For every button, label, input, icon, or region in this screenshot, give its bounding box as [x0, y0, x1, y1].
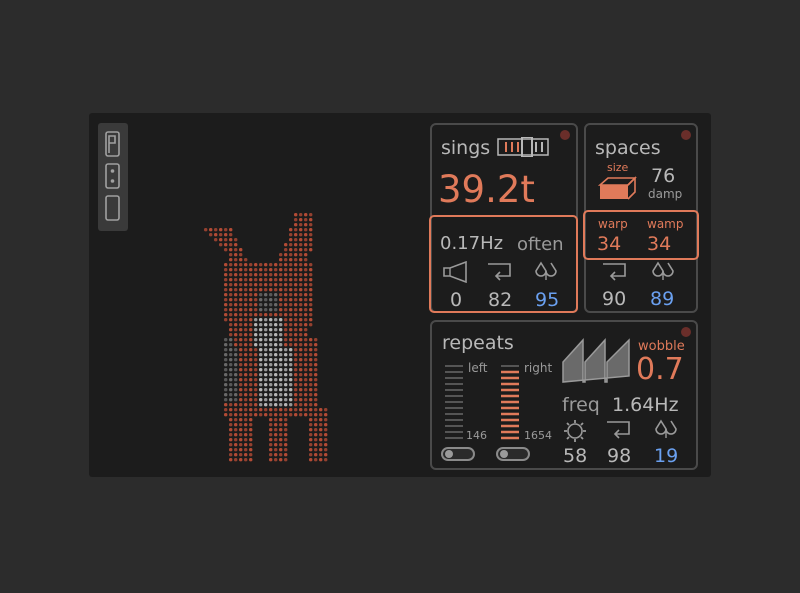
spaces-title: spaces: [595, 137, 661, 159]
left-toggle[interactable]: [441, 447, 475, 461]
sings-param-3[interactable]: 95: [535, 291, 559, 310]
led-screen: [89, 113, 424, 477]
room-size-icon[interactable]: [598, 175, 638, 201]
speaker-icon[interactable]: [442, 261, 470, 283]
device-frame: sings 39.2t 0.17Hz often 0 82 95 spaces …: [89, 113, 711, 477]
repeats-panel: repeats left 146 right 1654 wobble 0.7 f…: [430, 320, 698, 470]
repeats-param-2[interactable]: 98: [607, 447, 631, 466]
sings-value[interactable]: 39.2t: [438, 171, 535, 208]
sings-indicator-dot: [560, 130, 570, 140]
repeat-icon[interactable]: [601, 262, 629, 282]
repeats-wobble-value[interactable]: 0.7: [636, 355, 684, 385]
repeats-left-label: left: [468, 361, 488, 375]
repeats-param-3[interactable]: 19: [654, 447, 678, 466]
p-icon[interactable]: [105, 131, 120, 157]
dog-dot-image: [204, 213, 328, 462]
dice-icon[interactable]: [105, 163, 120, 189]
gear-icon[interactable]: [563, 419, 587, 443]
sings-sub-panel: 0.17Hz often 0 82 95: [429, 215, 578, 313]
repeats-right-value: 1654: [524, 429, 552, 442]
drops-icon[interactable]: [653, 418, 681, 440]
left-slider[interactable]: [443, 362, 465, 440]
repeats-left-value: 146: [466, 429, 487, 442]
right-slider[interactable]: [499, 362, 521, 440]
spaces-damp-label: damp: [648, 187, 683, 201]
drops-icon[interactable]: [533, 260, 561, 282]
repeats-right-label: right: [524, 361, 553, 375]
tool-strip: [98, 123, 128, 231]
right-toggle[interactable]: [496, 447, 530, 461]
sings-param-2[interactable]: 82: [488, 291, 512, 310]
repeats-indicator-dot: [681, 327, 691, 337]
drops-icon[interactable]: [650, 260, 678, 282]
sings-rate[interactable]: 0.17Hz: [440, 235, 503, 253]
sings-rate-label: often: [517, 234, 564, 255]
repeats-title: repeats: [442, 332, 514, 354]
spaces-indicator-dot: [681, 130, 691, 140]
spaces-param-2[interactable]: 89: [650, 290, 674, 309]
repeats-freq-label: freq: [562, 394, 600, 416]
sings-title: sings: [441, 137, 491, 159]
repeats-param-1[interactable]: 58: [563, 447, 587, 466]
bar-icon[interactable]: [105, 195, 120, 221]
wobble-wave-icon[interactable]: [561, 336, 633, 384]
sings-pattern-icon[interactable]: [497, 137, 549, 157]
spaces-wamp-label: wamp: [647, 217, 684, 231]
sings-param-1[interactable]: 0: [450, 291, 462, 310]
spaces-warp-value[interactable]: 34: [597, 235, 621, 254]
spaces-warp-label: warp: [598, 217, 628, 231]
repeat-icon[interactable]: [486, 262, 514, 282]
spaces-size-label: size: [607, 161, 629, 174]
spaces-wamp-value[interactable]: 34: [647, 235, 671, 254]
spaces-damp-value[interactable]: 76: [651, 167, 675, 186]
repeat-icon[interactable]: [605, 420, 633, 440]
spaces-warp-panel: warp 34 wamp 34: [583, 210, 699, 260]
spaces-param-1[interactable]: 90: [602, 290, 626, 309]
repeats-freq-value[interactable]: 1.64Hz: [612, 396, 679, 415]
